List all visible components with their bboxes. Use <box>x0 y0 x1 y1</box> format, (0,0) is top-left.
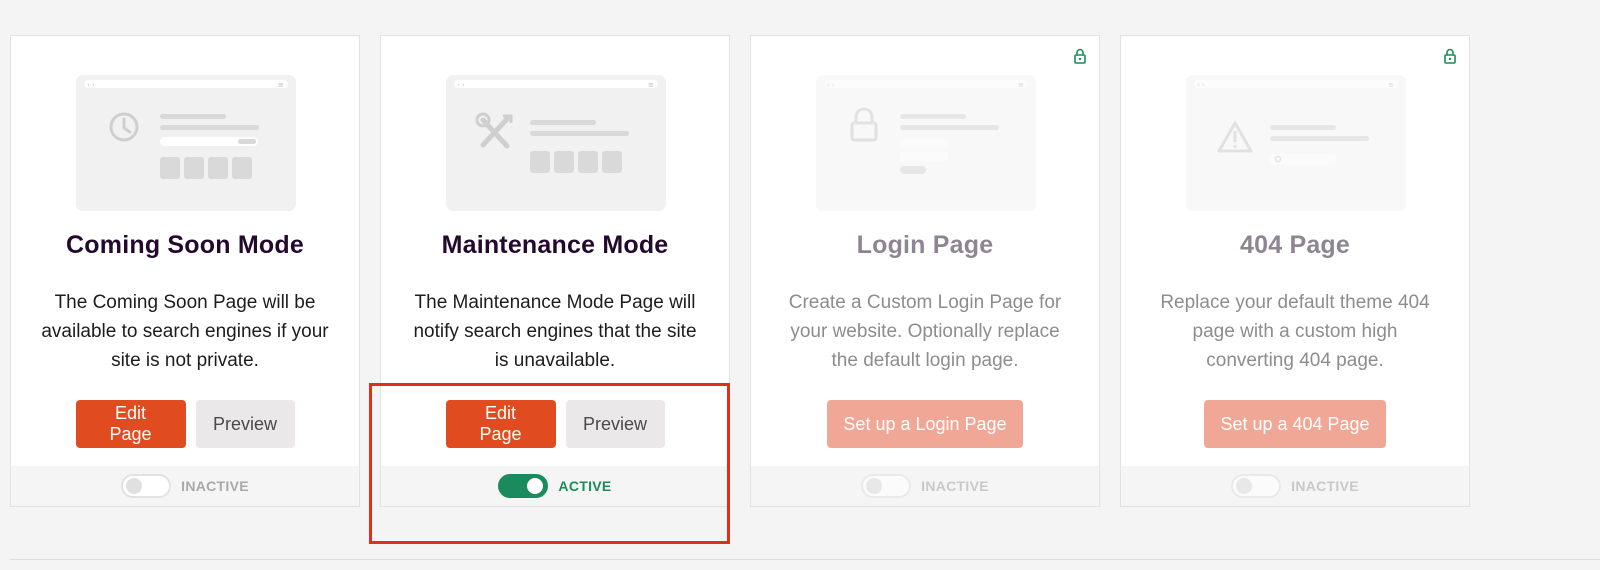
status-label: INACTIVE <box>921 478 989 494</box>
svg-text:‹ ›: ‹ › <box>87 81 95 89</box>
coming-soon-thumbnail: ‹ › ≡ <box>76 75 296 211</box>
toggle-knob <box>527 478 544 494</box>
card-actions: Edit Page Preview <box>11 400 359 448</box>
404-page-card: ‹ › ≡ 404 Page Replace your default them… <box>1120 35 1470 507</box>
toggle-knob <box>866 478 883 494</box>
404-page-thumbnail: ‹ › ≡ <box>1186 75 1406 211</box>
card-description: The Maintenance Mode Page will notify se… <box>413 292 697 371</box>
setup-login-page-button[interactable]: Set up a Login Page <box>827 400 1023 448</box>
toggle-knob <box>126 478 143 494</box>
svg-text:‹ ›: ‹ › <box>457 81 465 89</box>
status-label: INACTIVE <box>181 478 249 494</box>
card-actions: Set up a 404 Page <box>1121 400 1469 448</box>
edit-page-button[interactable]: Edit Page <box>75 400 186 448</box>
card-description: Replace your default theme 404 page with… <box>1160 292 1430 371</box>
coming-soon-illustration: ‹ › ≡ <box>84 80 288 179</box>
svg-text:≡: ≡ <box>648 81 654 89</box>
maintenance-illustration: ‹ › ≡ <box>454 80 658 173</box>
card-title: Login Page <box>856 231 994 259</box>
lock-icon <box>1074 48 1086 64</box>
status-toggle[interactable] <box>861 474 912 498</box>
status-label: INACTIVE <box>1291 478 1359 494</box>
maintenance-card: ‹ › ≡ Maintenance Mode The Maintenance M… <box>380 35 730 507</box>
status-label: ACTIVE <box>558 478 612 494</box>
login-illustration: ‹ › ≡ <box>824 80 1028 174</box>
login-page-thumbnail: ‹ › ≡ <box>816 75 1036 211</box>
status-bar: ACTIVE <box>381 466 729 506</box>
status-bar: INACTIVE <box>751 466 1099 506</box>
card-title: Coming Soon Mode <box>66 231 304 259</box>
svg-text:‹ ›: ‹ › <box>1197 81 1205 89</box>
setup-404-page-button[interactable]: Set up a 404 Page <box>1204 400 1386 448</box>
tools-icon <box>475 112 513 149</box>
404-illustration: ‹ › ≡ <box>1194 80 1398 165</box>
clock-icon <box>109 112 139 142</box>
status-bar: INACTIVE <box>1121 466 1469 506</box>
mode-cards: ‹ › ≡ Coming Soon Mode The Coming Soon P… <box>10 35 1470 507</box>
padlock-icon <box>850 107 878 142</box>
svg-text:≡: ≡ <box>278 81 284 89</box>
card-title: Maintenance Mode <box>441 231 669 259</box>
card-description: Create a Custom Login Page for your webs… <box>788 292 1062 371</box>
status-toggle[interactable] <box>1231 474 1282 498</box>
card-title: 404 Page <box>1239 231 1350 259</box>
card-actions: Edit Page Preview <box>381 400 729 448</box>
divider <box>10 559 1600 560</box>
preview-button[interactable]: Preview <box>565 400 665 448</box>
svg-text:≡: ≡ <box>1388 81 1394 89</box>
status-toggle[interactable] <box>498 474 549 498</box>
warning-icon <box>1217 121 1253 153</box>
lock-icon <box>1444 48 1456 64</box>
login-page-card: ‹ › ≡ Login Page Create a Custom Login P… <box>750 35 1100 507</box>
svg-text:≡: ≡ <box>1018 81 1024 89</box>
preview-button[interactable]: Preview <box>195 400 295 448</box>
status-toggle[interactable] <box>121 474 172 498</box>
svg-text:‹ ›: ‹ › <box>827 81 835 89</box>
maintenance-thumbnail: ‹ › ≡ <box>446 75 666 211</box>
toggle-knob <box>1236 478 1253 494</box>
card-description: The Coming Soon Page will be available t… <box>41 292 329 371</box>
card-actions: Set up a Login Page <box>751 400 1099 448</box>
status-bar: INACTIVE <box>11 466 359 506</box>
coming-soon-card: ‹ › ≡ Coming Soon Mode The Coming Soon P… <box>10 35 360 507</box>
edit-page-button[interactable]: Edit Page <box>445 400 556 448</box>
